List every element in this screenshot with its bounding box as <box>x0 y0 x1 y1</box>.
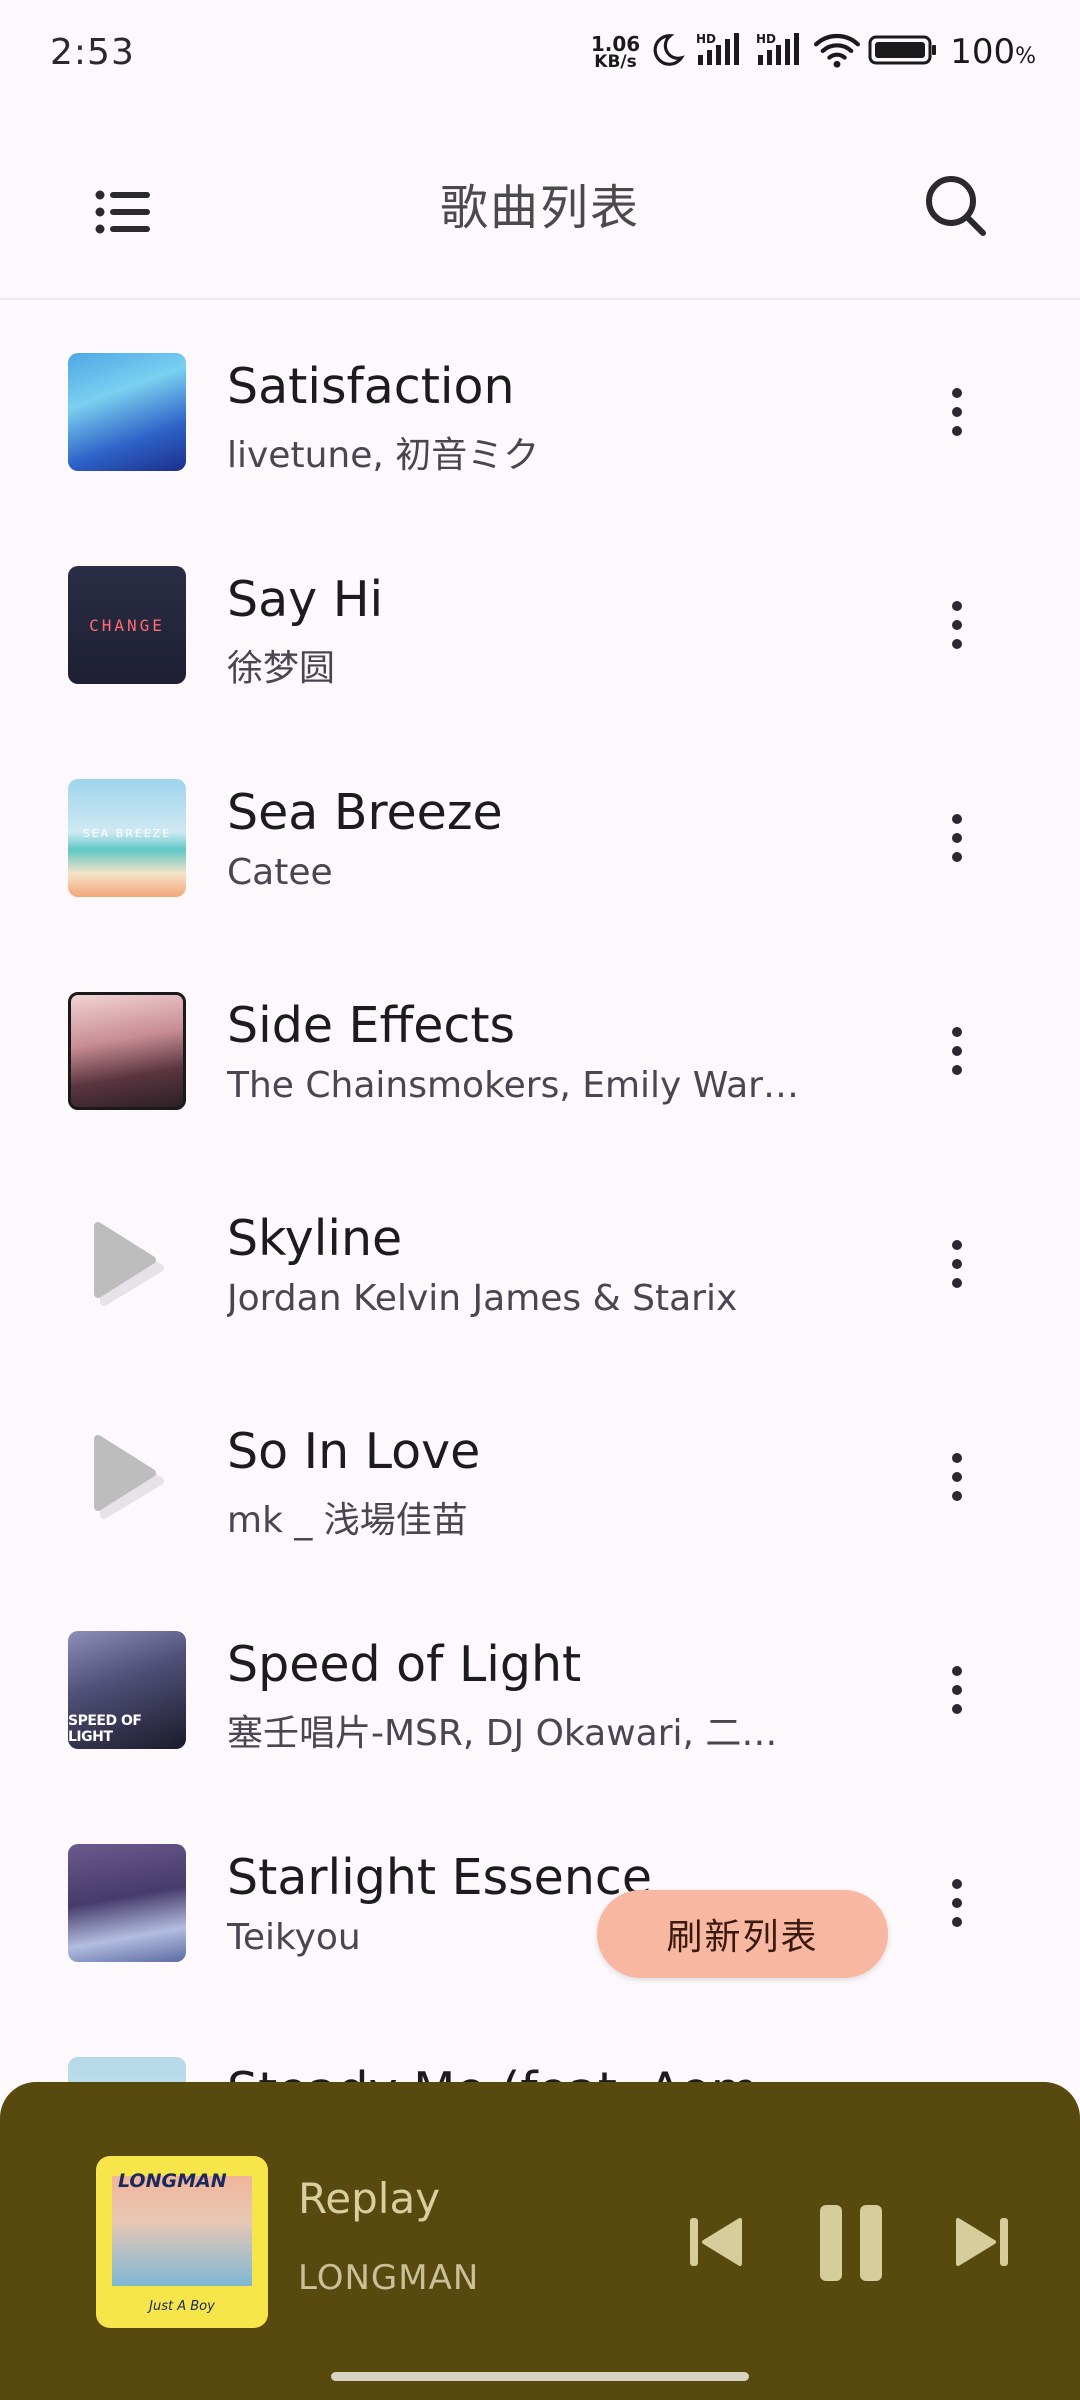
song-title: Side Effects <box>227 997 516 1054</box>
more-vert-icon <box>952 388 962 398</box>
status-icons: 1.06 KB/s HD HD 100% <box>591 31 1036 73</box>
more-options-button[interactable] <box>917 1001 997 1101</box>
battery-value: 100 <box>950 32 1016 72</box>
status-bar: 2:53 1.06 KB/s HD HD 100% <box>0 0 1080 104</box>
song-list-item[interactable]: So In Love mk _ 浅場佳苗 <box>0 1365 1080 1578</box>
top-app-bar: 歌曲列表 <box>0 104 1080 300</box>
pause-button[interactable] <box>806 2200 896 2290</box>
more-vert-icon <box>952 814 962 824</box>
signal-icon: HD <box>754 31 806 73</box>
search-icon <box>923 173 989 243</box>
more-options-button[interactable] <box>917 1214 997 1314</box>
song-list-item[interactable]: SEA BREEZE Sea Breeze Catee <box>0 726 1080 939</box>
album-art <box>68 2057 186 2082</box>
search-button[interactable] <box>906 158 1006 258</box>
more-options-button[interactable] <box>917 575 997 675</box>
signal-icon: HD <box>694 31 746 73</box>
album-art-text: SPEED OF LIGHT <box>68 1713 142 1745</box>
song-title: Skyline <box>227 1210 403 1267</box>
song-list-item[interactable]: Skyline Jordan Kelvin James & Starix <box>0 1152 1080 1365</box>
more-options-button[interactable] <box>917 788 997 888</box>
album-art <box>68 353 186 471</box>
song-title: Starlight Essence <box>227 1849 652 1906</box>
album-art <box>68 992 186 1110</box>
more-vert-icon <box>952 601 962 611</box>
play-placeholder-icon <box>68 1418 186 1536</box>
song-title: Sea Breeze <box>227 784 503 841</box>
network-speed-unit: KB/s <box>594 51 637 72</box>
more-options-button[interactable] <box>917 362 997 462</box>
song-list-item[interactable]: CHANGE Say Hi 徐梦圆 <box>0 513 1080 726</box>
signal-2-hd-label: HD <box>756 32 776 46</box>
mini-player[interactable]: LONGMAN Just A Boy Replay LONGMAN <box>0 2082 1080 2400</box>
song-artist: Catee <box>227 852 333 893</box>
signal-1-hd-label: HD <box>696 32 716 46</box>
battery-icon <box>868 33 938 71</box>
album-art-logo: LONGMAN <box>118 2170 227 2192</box>
album-art: SPEED OF LIGHT <box>68 1631 186 1749</box>
song-artist: mk _ 浅場佳苗 <box>227 1500 468 1541</box>
previous-button[interactable] <box>676 2204 756 2284</box>
song-title: So In Love <box>227 1423 481 1480</box>
skip-next-icon <box>952 2212 1012 2276</box>
song-artist: The Chainsmokers, Emily War… <box>227 1065 799 1106</box>
song-list-item[interactable]: SPEED OF LIGHT Speed of Light 塞壬唱片-MSR, … <box>0 1578 1080 1791</box>
album-art: CHANGE <box>68 566 186 684</box>
song-artist: Teikyou <box>227 1917 361 1958</box>
next-button[interactable] <box>942 2204 1022 2284</box>
song-artist: 塞壬唱片-MSR, DJ Okawari, 二… <box>227 1713 778 1754</box>
battery-percentage: 100% <box>950 32 1036 72</box>
song-title: Say Hi <box>227 571 384 628</box>
song-artist: Jordan Kelvin James & Starix <box>227 1278 738 1319</box>
song-list-item[interactable]: Satisfaction livetune, 初音ミク <box>0 300 1080 513</box>
song-list-item[interactable]: Side Effects The Chainsmokers, Emily War… <box>0 939 1080 1152</box>
now-playing-album-art: LONGMAN Just A Boy <box>96 2156 268 2328</box>
home-indicator[interactable] <box>331 2372 749 2381</box>
battery-unit: % <box>1015 44 1036 69</box>
refresh-list-button[interactable]: 刷新列表 <box>597 1890 888 1978</box>
album-art-text: SEA BREEZE <box>82 827 172 840</box>
more-options-button[interactable] <box>917 1853 997 1953</box>
album-art: SEA BREEZE <box>68 779 186 897</box>
song-title: Speed of Light <box>227 1636 582 1693</box>
song-list[interactable]: Satisfaction livetune, 初音ミク CHANGE Say H… <box>0 300 1080 2082</box>
network-speed: 1.06 KB/s <box>591 34 640 71</box>
more-options-button[interactable] <box>917 1427 997 1527</box>
play-placeholder-icon <box>68 1205 186 1323</box>
song-artist: 徐梦圆 <box>227 648 336 689</box>
album-art <box>68 1844 186 1962</box>
album-art-text: CHANGE <box>89 615 165 635</box>
moon-icon <box>648 31 686 73</box>
more-vert-icon <box>952 1240 962 1250</box>
more-options-button[interactable] <box>917 2066 997 2082</box>
wifi-icon <box>814 31 861 73</box>
song-title: Steady Me (feat. Aom… <box>227 2062 807 2082</box>
skip-previous-icon <box>686 2212 746 2276</box>
more-options-button[interactable] <box>917 1640 997 1740</box>
now-playing-artist: LONGMAN <box>298 2258 480 2298</box>
now-playing-title: Replay <box>298 2174 441 2223</box>
song-list-item[interactable]: Starlight Essence Teikyou <box>0 1791 1080 2004</box>
more-vert-icon <box>952 1666 962 1676</box>
album-art-illustration <box>112 2176 252 2286</box>
pause-icon <box>816 2203 886 2287</box>
network-speed-value: 1.06 <box>590 31 641 56</box>
screen: 2:53 1.06 KB/s HD HD 100% 歌曲列表 Satisfact… <box>0 0 1080 2400</box>
status-time: 2:53 <box>50 31 135 73</box>
song-title: Satisfaction <box>227 358 515 415</box>
more-vert-icon <box>952 1027 962 1037</box>
album-art-subtitle: Just A Boy <box>149 2299 215 2314</box>
song-artist: livetune, 初音ミク <box>227 435 540 476</box>
song-list-item[interactable]: Steady Me (feat. Aom… <box>0 2004 1080 2082</box>
more-vert-icon <box>952 1453 962 1463</box>
more-vert-icon <box>952 1879 962 1889</box>
